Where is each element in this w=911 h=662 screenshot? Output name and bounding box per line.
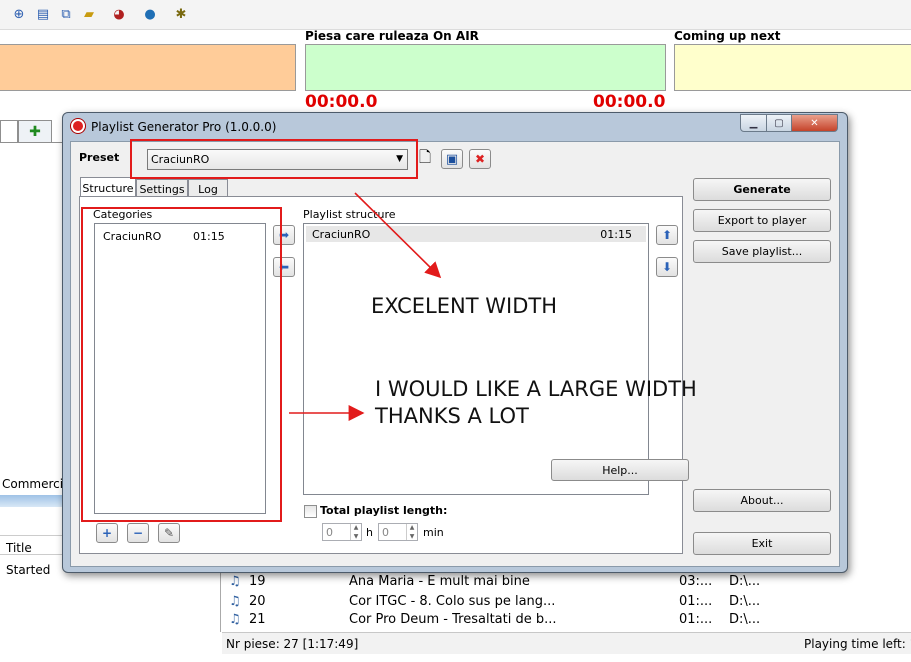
annotation-arrow-preset xyxy=(354,192,442,279)
annotation-large-width-line2: THANKS A LOT xyxy=(375,404,529,428)
annotation-large-width-line1: I WOULD LIKE A LARGE WIDTH xyxy=(375,377,697,401)
annotation-arrows xyxy=(289,192,442,421)
annotation-excelent-width: EXCELENT WIDTH xyxy=(371,294,557,318)
